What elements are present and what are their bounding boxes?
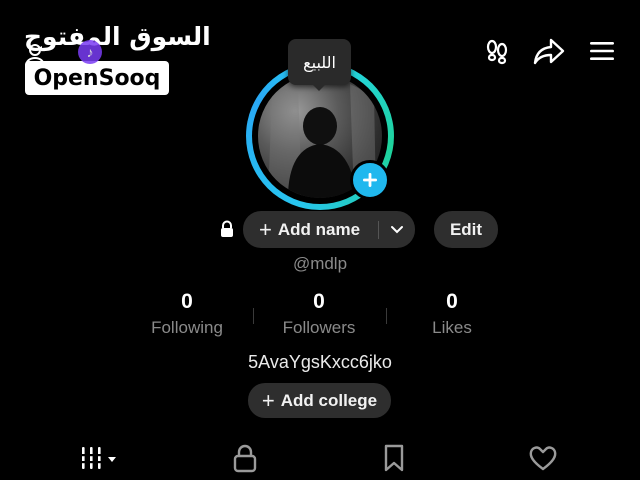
likes-stat[interactable]: 0 Likes	[387, 290, 517, 338]
tooltip-tail	[311, 83, 327, 91]
tiktok-icon[interactable]: ♪	[78, 40, 102, 64]
private-account-lock-icon	[221, 220, 233, 237]
likes-count: 0	[446, 290, 458, 313]
username: @mdlp	[292, 254, 348, 273]
following-count: 0	[181, 290, 193, 313]
followers-label: Followers	[282, 318, 356, 337]
share-icon[interactable]	[532, 34, 566, 68]
add-friend-icon[interactable]	[24, 42, 50, 68]
footprints-icon[interactable]	[480, 34, 514, 68]
favorites-bookmark-icon[interactable]	[374, 440, 414, 476]
following-stat[interactable]: 0 Following	[122, 290, 252, 338]
followers-count: 0	[313, 290, 325, 313]
chevron-down-icon[interactable]	[379, 225, 415, 234]
watermark-arabic: السوق المفتوح	[24, 22, 211, 51]
edit-profile-button[interactable]: Edit	[434, 211, 498, 248]
private-lock-icon[interactable]	[225, 440, 265, 476]
followers-stat[interactable]: 0 Followers	[254, 290, 384, 338]
add-college-label: Add college	[280, 390, 378, 410]
add-name-label: Add name	[277, 219, 361, 239]
videos-grid-icon[interactable]	[78, 440, 118, 476]
add-college-button[interactable]: + Add college	[248, 383, 391, 418]
plus-icon: +	[259, 216, 272, 242]
likes-label: Likes	[432, 318, 472, 337]
add-story-button[interactable]	[350, 160, 390, 200]
following-label: Following	[151, 318, 223, 337]
plus-icon: +	[261, 387, 275, 413]
liked-heart-icon[interactable]	[523, 440, 563, 476]
add-name-button[interactable]: + Add name	[243, 211, 415, 248]
menu-icon[interactable]	[585, 34, 619, 68]
avatar-tooltip: اللبيع	[288, 39, 351, 85]
bio-text[interactable]: 5AvaYgsKxcc6jko	[0, 352, 640, 373]
